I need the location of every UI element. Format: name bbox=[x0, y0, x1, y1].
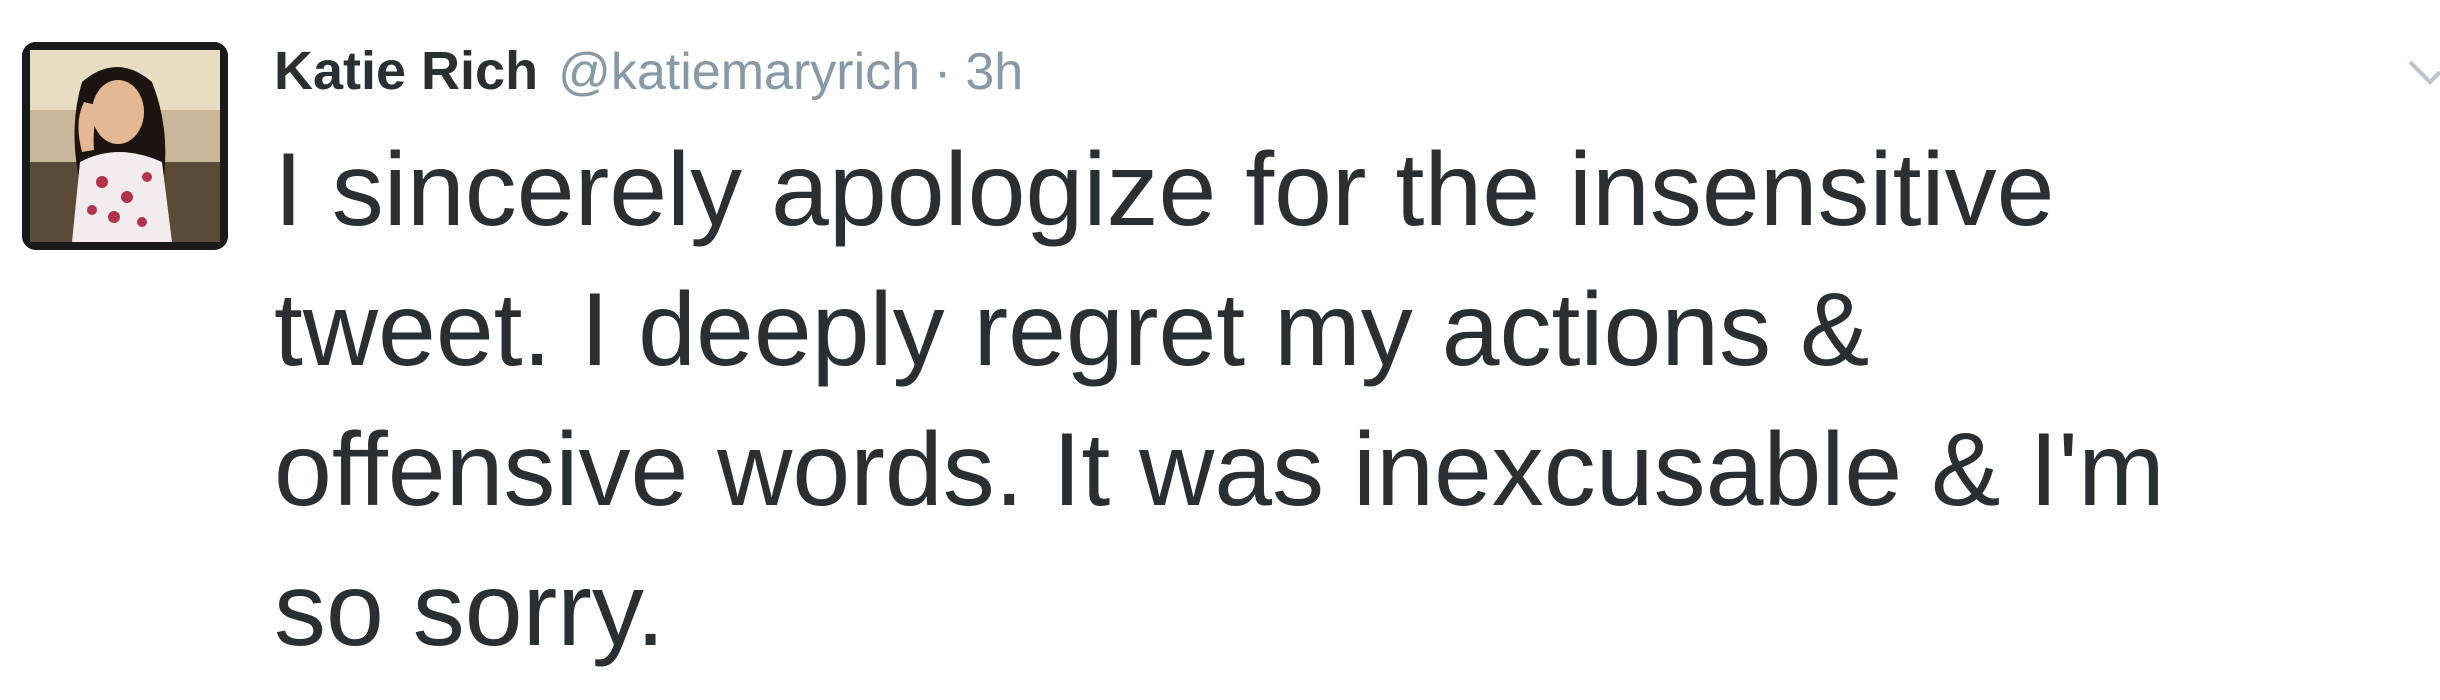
chevron-down-icon bbox=[2408, 60, 2440, 85]
tweet-text-line: offensive words. It was inexcusable & I'… bbox=[274, 412, 2165, 528]
timestamp[interactable]: 3h bbox=[965, 42, 1023, 102]
avatar[interactable] bbox=[22, 42, 228, 250]
profile-photo bbox=[22, 42, 228, 250]
tweet-header: Katie Rich @katiemaryrich · 3h bbox=[274, 40, 1023, 110]
tweet-text-line: so sorry. bbox=[274, 552, 666, 668]
tweet: Katie Rich @katiemaryrich · 3h I sincere… bbox=[0, 0, 2440, 700]
tweet-text-line: tweet. I deeply regret my actions & bbox=[274, 272, 1870, 388]
tweet-text-line: I sincerely apologize for the insensitiv… bbox=[274, 132, 2055, 248]
author-handle[interactable]: @katiemaryrich bbox=[558, 42, 920, 102]
tweet-text: I sincerely apologize for the insensitiv… bbox=[274, 120, 2374, 680]
more-options-button[interactable] bbox=[2406, 48, 2440, 88]
author-name[interactable]: Katie Rich bbox=[274, 40, 538, 102]
separator-dot: · bbox=[934, 43, 952, 101]
